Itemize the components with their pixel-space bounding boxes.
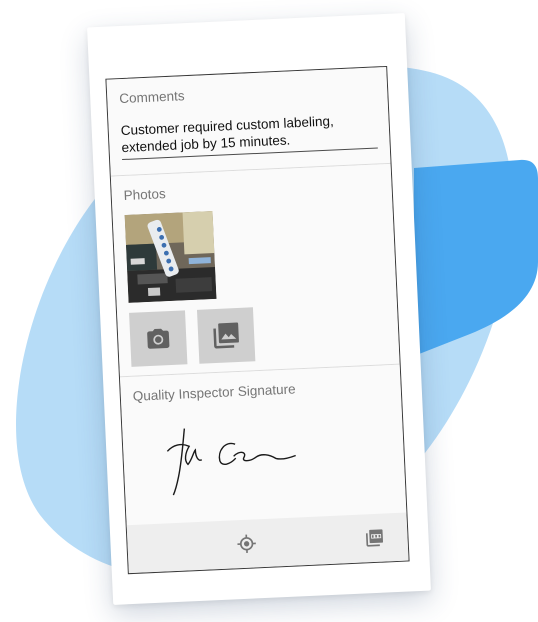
- comments-field[interactable]: Customer required custom labeling, exten…: [120, 110, 378, 161]
- photo-actions: [129, 301, 387, 367]
- stage: Comments Customer required custom labeli…: [0, 0, 538, 622]
- gps-location-icon: [237, 534, 256, 553]
- image-gallery-icon: [213, 322, 239, 349]
- comments-section: Comments Customer required custom labeli…: [106, 66, 391, 177]
- gallery-button[interactable]: [196, 307, 256, 364]
- camera-icon: [147, 328, 170, 349]
- app-screen: Comments Customer required custom labeli…: [105, 65, 410, 575]
- comments-label: Comments: [118, 88, 185, 107]
- signature-drawing[interactable]: [162, 415, 305, 501]
- pdf-button[interactable]: [363, 527, 386, 550]
- camera-button[interactable]: [129, 310, 188, 367]
- phone-device: Comments Customer required custom labeli…: [87, 13, 431, 605]
- blob-accent-shape: [414, 159, 538, 356]
- pdf-icon: [365, 529, 384, 547]
- location-button[interactable]: [235, 532, 258, 555]
- signature-section: Quality Inspector Signature: [119, 364, 407, 528]
- photo-thumbnail[interactable]: [124, 211, 217, 303]
- photos-section: Photos: [110, 163, 400, 378]
